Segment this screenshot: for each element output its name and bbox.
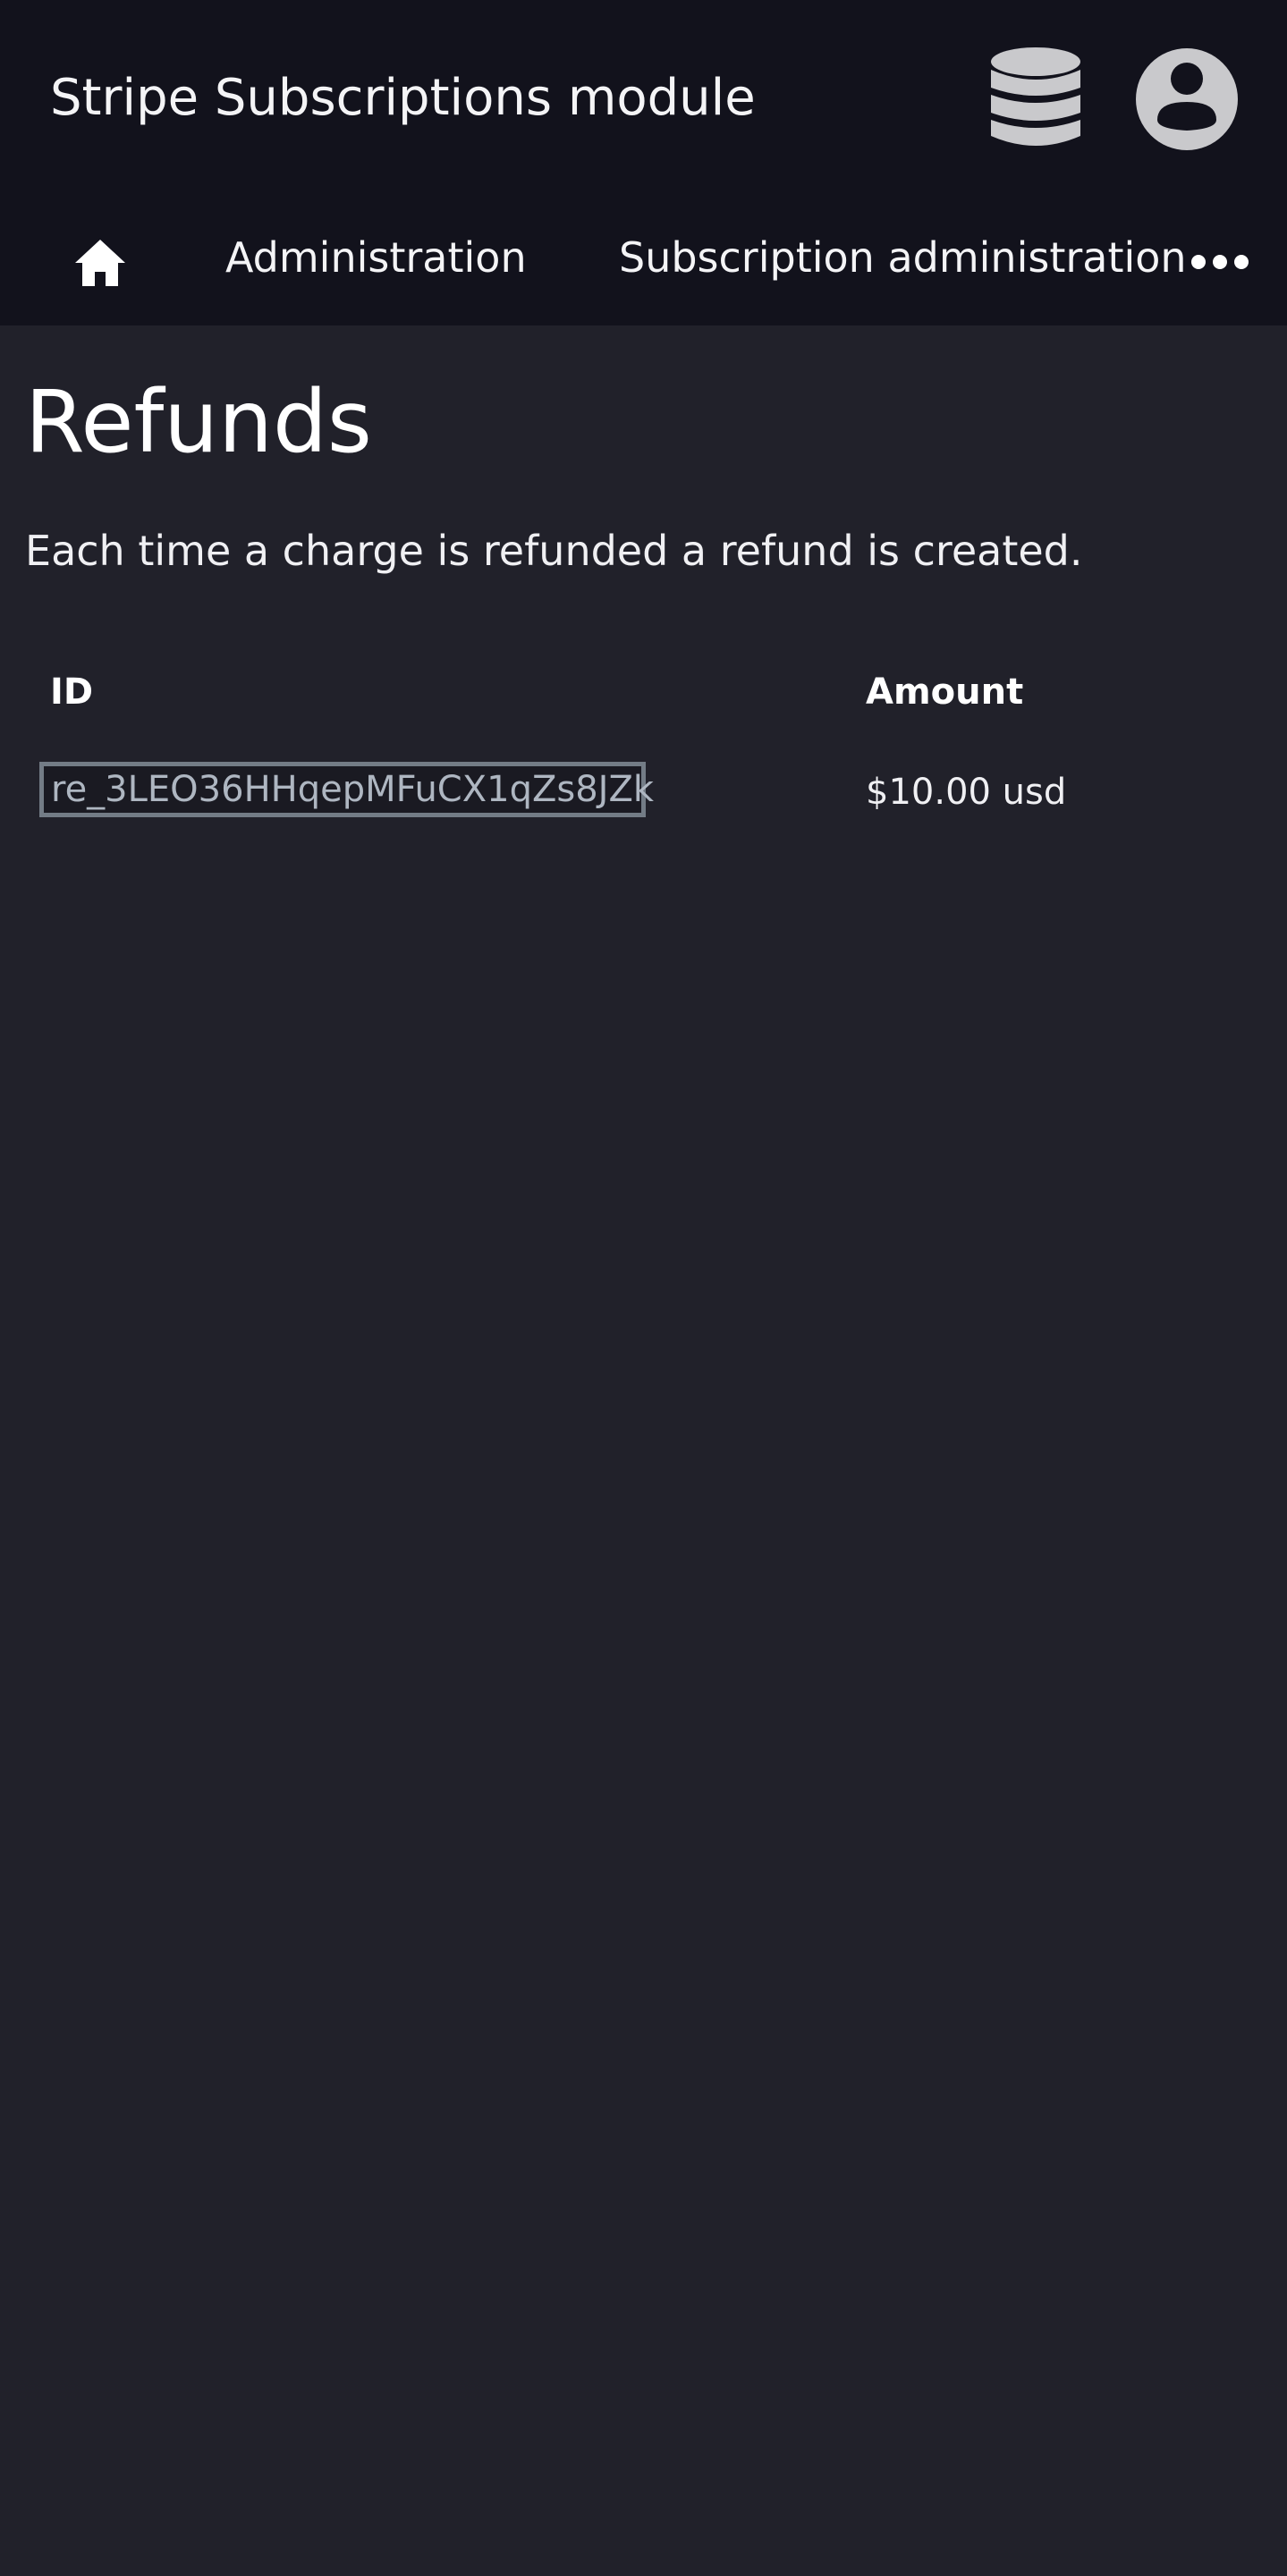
refund-id-link[interactable]: re_3LEO36HHqepMFuCX1qZs8JZk: [39, 762, 654, 817]
database-button[interactable]: [989, 46, 1082, 152]
account-button[interactable]: [1134, 46, 1240, 152]
database-icon: [991, 47, 1080, 146]
app-title: Stripe Subscriptions module: [50, 69, 756, 127]
page-description: Each time a charge is refunded a refund …: [25, 527, 1083, 575]
refund-id-text: re_3LEO36HHqepMFuCX1qZs8JZk: [51, 769, 655, 810]
ellipsis-icon: [1191, 255, 1249, 269]
top-app-bar: Stripe Subscriptions module: [0, 0, 1287, 198]
more-menu-button[interactable]: [1191, 249, 1249, 275]
page-title: Refunds: [25, 372, 372, 472]
nav-administration[interactable]: Administration: [225, 231, 527, 284]
user-circle-icon: [1136, 48, 1238, 150]
home-link[interactable]: [72, 234, 129, 291]
refund-amount: $10.00 usd: [866, 772, 1067, 813]
column-header-id: ID: [50, 671, 94, 713]
home-icon: [75, 240, 125, 286]
nav-subscription-administration[interactable]: Subscription administration: [619, 231, 1187, 284]
column-header-amount: Amount: [866, 671, 1024, 713]
breadcrumb-nav: Administration Subscription administrati…: [0, 198, 1287, 325]
